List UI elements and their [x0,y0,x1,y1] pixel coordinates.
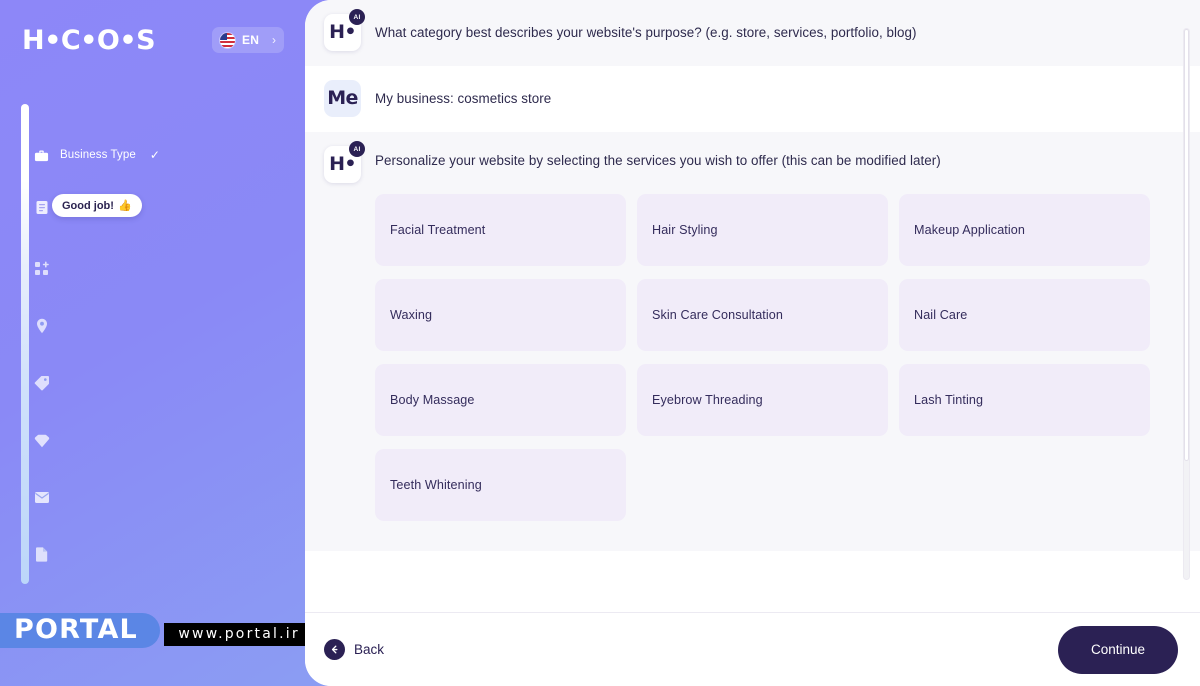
services-grid: Facial Treatment Hair Styling Makeup App… [375,194,1176,521]
progress-rail [21,104,29,584]
us-flag-icon [220,32,235,48]
clipboard-icon [33,199,50,216]
chevron-right-icon: › [272,33,276,47]
service-label: Skin Care Consultation [652,308,784,322]
scrollbar-thumb[interactable] [1184,29,1189,461]
vertical-scrollbar[interactable] [1183,28,1190,580]
service-card[interactable]: Teeth Whitening [375,449,626,521]
brand-logo-text: H•C•O•S [22,24,156,56]
sidebar-item-label: Business Type [60,149,136,161]
chat-message-text: My business: cosmetics store [375,91,552,106]
service-card[interactable]: Facial Treatment [375,194,626,266]
language-selector[interactable]: EN › [212,27,284,53]
service-label: Eyebrow Threading [652,393,763,407]
chat-message-user-1: Me My business: cosmetics store [305,66,1200,132]
avatar: H• AI [324,141,365,183]
sidebar-item-location[interactable] [33,313,60,339]
service-card[interactable]: Hair Styling [637,194,888,266]
service-label: Lash Tinting [914,393,984,407]
service-label: Body Massage [390,393,475,407]
tooltip-text: Good job! [62,199,114,212]
service-card[interactable]: Makeup Application [899,194,1150,266]
back-button[interactable]: Back [324,639,384,660]
envelope-icon [33,489,50,506]
portal-watermark: PORTAL www.portal.ir [0,612,320,648]
service-label: Facial Treatment [390,223,486,237]
service-label: Waxing [390,308,433,322]
service-card[interactable]: Skin Care Consultation [637,279,888,351]
service-card[interactable]: Nail Care [899,279,1150,351]
good-job-tooltip: Good job! 👍 [52,194,142,217]
watermark-url: www.portal.ir [164,622,320,647]
back-button-label: Back [354,642,385,657]
briefcase-icon [33,147,50,164]
service-label: Makeup Application [914,223,1026,237]
hocoos-mark-icon: H• [329,21,356,43]
sidebar-item-grid-plus[interactable] [33,256,60,282]
chat-message-ai-1: H• AI What category best describes your … [305,0,1200,66]
sidebar-item-diamond[interactable] [33,427,60,453]
hocoos-mark-icon: H• [329,153,356,175]
service-card[interactable]: Eyebrow Threading [637,364,888,436]
service-card[interactable]: Waxing [375,279,626,351]
service-card[interactable]: Lash Tinting [899,364,1150,436]
chat-message-ai-2: H• AI Personalize your website by select… [305,132,1200,188]
chat-message-text: Personalize your website by selecting th… [375,153,941,168]
hocoos-logo-icon[interactable]: H•C•O•S [22,24,156,56]
main-panel: H• AI What category best describes your … [305,0,1200,686]
sidebar-item-messages[interactable] [33,484,60,510]
panel-footer: Back Continue [305,612,1200,686]
grid-plus-icon [33,261,50,278]
language-code: EN [242,33,260,47]
location-pin-icon [33,318,50,335]
document-icon [33,546,50,563]
avatar: Me [324,80,361,117]
me-mark-icon: Me [327,87,358,109]
continue-button[interactable]: Continue [1057,625,1178,674]
sidebar-item-tag[interactable] [33,370,60,396]
thumbs-up-icon: 👍 [117,200,132,212]
arrow-left-icon [324,639,345,660]
left-sidebar: H•C•O•S EN › Business Type ✓ Good job! 👍… [0,0,320,686]
service-label: Hair Styling [652,223,718,237]
service-card[interactable]: Body Massage [375,364,626,436]
sidebar-item-document[interactable] [33,541,60,567]
ai-badge: AI [349,9,365,25]
sidebar-item-business-type[interactable]: Business Type ✓ [33,142,160,168]
chat-message-text: What category best describes your websit… [375,25,917,40]
service-label: Nail Care [914,308,968,322]
tag-icon [33,375,50,392]
check-icon: ✓ [149,148,160,162]
ai-badge: AI [349,141,365,157]
services-block: Facial Treatment Hair Styling Makeup App… [305,188,1200,551]
watermark-title: PORTAL [0,612,160,648]
chat-scroll-area[interactable]: H• AI What category best describes your … [305,0,1200,612]
diamond-icon [33,432,50,449]
service-label: Teeth Whitening [390,478,482,492]
avatar: H• AI [324,9,365,51]
